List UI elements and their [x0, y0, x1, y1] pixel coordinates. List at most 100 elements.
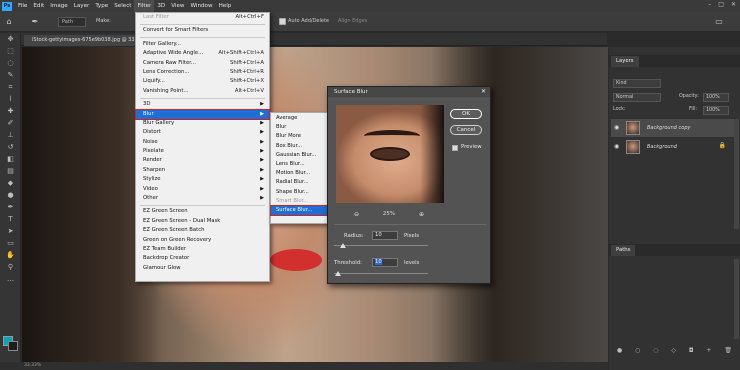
menu-3d[interactable]: 3D [154, 0, 168, 12]
move-icon[interactable]: ✥ [0, 33, 21, 45]
pen-icon[interactable]: ✒ [0, 201, 21, 213]
filter-menu-item-stylize[interactable]: Stylize ▶ [136, 175, 269, 184]
blur-menu-item-box-blur[interactable]: Box Blur... [271, 142, 327, 151]
threshold-field[interactable]: 10 [372, 258, 398, 267]
menu-edit[interactable]: Edit [30, 0, 47, 12]
filter-menu-item-liquify[interactable]: Liquify... Shift+Ctrl+X [136, 77, 269, 86]
filter-menu-item-distort[interactable]: Distort ▶ [136, 128, 269, 137]
filter-menu-item-adaptive-wide-angle[interactable]: Adaptive Wide Angle... Alt+Shift+Ctrl+A [136, 49, 269, 58]
blur-menu-item-surface-blur[interactable]: Surface Blur... [270, 204, 328, 217]
menu-layer[interactable]: Layer [71, 0, 93, 12]
filter-menu-item-ez-green-screen-batch[interactable]: EZ Green Screen Batch [136, 226, 269, 235]
filter-menu-item-blur-gallery[interactable]: Blur Gallery ▶ [136, 119, 269, 128]
menu-image[interactable]: Image [47, 0, 71, 12]
close-icon[interactable]: ✕ [481, 87, 486, 97]
layers-scrollbar[interactable] [734, 119, 739, 229]
blur-icon[interactable]: ◆ [0, 177, 21, 189]
add-mask-icon[interactable]: ◘ [689, 347, 694, 354]
visibility-eye-icon[interactable]: ◉ [614, 124, 619, 131]
filter-menu-item-other[interactable]: Other ▶ [136, 194, 269, 203]
background-color-swatch[interactable] [8, 341, 18, 351]
stroke-path-icon[interactable]: ○ [635, 347, 640, 354]
minimize-icon[interactable]: – [708, 1, 711, 8]
threshold-slider-track[interactable] [334, 273, 428, 274]
home-icon[interactable]: ⌂ [4, 17, 14, 27]
menu-window[interactable]: Window [188, 0, 216, 12]
path-select-icon[interactable]: ➤ [0, 225, 21, 237]
ok-button[interactable]: OK [450, 109, 482, 119]
make-path-icon[interactable]: ◇ [671, 347, 676, 354]
filter-menu-item-pixelate[interactable]: Pixelate ▶ [136, 147, 269, 156]
stamp-icon[interactable]: ⊥ [0, 129, 21, 141]
eraser-icon[interactable]: ◧ [0, 153, 21, 165]
blur-menu-item-shape-blur[interactable]: Shape Blur... [271, 188, 327, 197]
type-icon[interactable]: T [0, 213, 21, 225]
history-brush-icon[interactable]: ↺ [0, 141, 21, 153]
kind-filter[interactable]: Kind [613, 79, 661, 88]
zoom-in-icon[interactable]: ⊕ [419, 211, 424, 218]
zoom-icon[interactable]: ⚲ [0, 261, 21, 273]
load-selection-icon[interactable]: ◌ [653, 347, 658, 354]
opacity-field[interactable]: 100% [703, 93, 729, 102]
gradient-icon[interactable]: ▤ [0, 165, 21, 177]
visibility-eye-icon[interactable]: ◉ [614, 143, 619, 150]
shape-icon[interactable]: ▭ [0, 237, 21, 249]
radius-slider-track[interactable] [334, 245, 428, 246]
preview-checkbox[interactable] [452, 145, 458, 151]
filter-menu-item-vanishing-point[interactable]: Vanishing Point... Alt+Ctrl+V [136, 87, 269, 96]
menu-view[interactable]: View [168, 0, 187, 12]
delete-path-icon[interactable]: 🗑 [724, 347, 732, 354]
menu-file[interactable]: File [15, 0, 30, 12]
blend-mode-select[interactable]: Normal [613, 93, 661, 102]
fill-path-icon[interactable]: ● [617, 347, 622, 354]
filter-menu-item-filter-gallery[interactable]: Filter Gallery... [136, 40, 269, 49]
blur-menu-item-blur[interactable]: Blur [271, 123, 327, 132]
filter-menu-item-green-on-green-recovery[interactable]: Green on Green Recovery [136, 236, 269, 245]
maximize-icon[interactable]: □ [718, 1, 724, 8]
filter-menu-item-ez-green-screen-dual-mask[interactable]: EZ Green Screen - Dual Mask [136, 217, 269, 226]
paths-tab[interactable]: Paths [611, 245, 636, 256]
lasso-icon[interactable]: ◌ [0, 57, 21, 69]
paths-scrollbar[interactable] [734, 259, 739, 339]
blur-menu-item-motion-blur[interactable]: Motion Blur... [271, 169, 327, 178]
radius-field[interactable]: 10 [372, 231, 398, 240]
zoom-out-icon[interactable]: ⊖ [354, 211, 359, 218]
healing-icon[interactable]: ✚ [0, 105, 21, 117]
close-icon[interactable]: ✕ [731, 1, 736, 8]
menu-help[interactable]: Help [216, 0, 235, 12]
layer-background-copy[interactable]: ◉ Background copy [611, 119, 738, 137]
blur-menu-item-blur-more[interactable]: Blur More [271, 132, 327, 141]
marquee-icon[interactable]: ⬚ [0, 45, 21, 57]
filter-menu-item-convert-for-smart-filters[interactable]: Convert for Smart Filters [136, 26, 269, 35]
filter-menu-item-3d[interactable]: 3D ▶ [136, 100, 269, 109]
menu-select[interactable]: Select [111, 0, 134, 12]
auto-add-delete-checkbox[interactable] [279, 18, 286, 25]
blur-menu-item-lens-blur[interactable]: Lens Blur... [271, 160, 327, 169]
filter-menu-item-ez-green-screen[interactable]: EZ Green Screen [136, 207, 269, 216]
layer-background[interactable]: ◉ Background 🔒 [611, 138, 738, 156]
filter-menu-item-blur[interactable]: Blur ▶ [135, 108, 270, 120]
filter-menu-item-lens-correction[interactable]: Lens Correction... Shift+Ctrl+R [136, 68, 269, 77]
mode-select[interactable]: Path [58, 17, 86, 27]
filter-menu-item-camera-raw-filter[interactable]: Camera Raw Filter... Shift+Ctrl+A [136, 59, 269, 68]
filter-menu-item-backdrop-creator[interactable]: Backdrop Creator [136, 254, 269, 263]
preview-image[interactable] [336, 105, 444, 203]
blur-menu-item-gaussian-blur[interactable]: Gaussian Blur... [271, 151, 327, 160]
threshold-slider-thumb[interactable] [334, 271, 341, 276]
menu-type[interactable]: Type [92, 0, 111, 12]
fill-field[interactable]: 100% [703, 106, 729, 115]
layers-tab[interactable]: Layers [611, 56, 639, 67]
quick-select-icon[interactable]: ✎ [0, 69, 21, 81]
filter-menu-item-noise[interactable]: Noise ▶ [136, 138, 269, 147]
pen-tool-icon[interactable]: ✒ [30, 17, 40, 27]
crop-icon[interactable]: ⌗ [0, 81, 21, 93]
blur-menu-item-radial-blur[interactable]: Radial Blur... [271, 178, 327, 187]
eyedropper-icon[interactable]: ⌇ [0, 93, 21, 105]
filter-menu-item-ez-team-builder[interactable]: EZ Team Builder [136, 245, 269, 254]
filter-menu-item-glamour-glow[interactable]: Glamour Glow [136, 264, 269, 273]
new-path-icon[interactable]: + [706, 347, 711, 354]
filter-menu-item-sharpen[interactable]: Sharpen ▶ [136, 166, 269, 175]
filter-menu-item-render[interactable]: Render ▶ [136, 156, 269, 165]
radius-slider-thumb[interactable] [340, 243, 347, 248]
cancel-button[interactable]: Cancel [450, 125, 482, 135]
